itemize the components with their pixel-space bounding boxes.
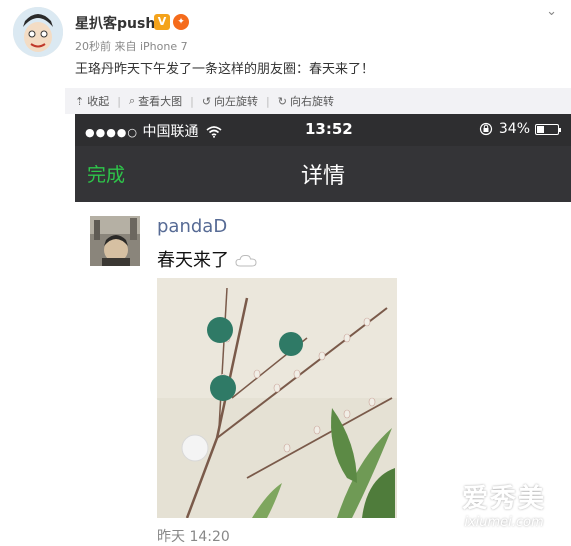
weibo-post: 星扒客push V ✦ 20秒前 来自 iPhone 7 王珞丹昨天下午发了一条… — [0, 0, 571, 90]
divider: | — [190, 94, 194, 108]
signal-icon: ●●●●○ — [85, 126, 138, 139]
wechat-nav-bar: 完成 详情 — [75, 146, 571, 202]
moment-photo[interactable] — [157, 278, 397, 518]
rotate-right-icon: ↻ — [277, 94, 287, 108]
moment-time: 昨天 14:20 — [157, 529, 230, 545]
user-name[interactable]: 星扒客push — [75, 13, 155, 33]
rotate-left-button[interactable]: ↺ 向左旋转 — [202, 93, 258, 109]
status-right: 34% — [479, 121, 561, 137]
battery-level — [537, 125, 544, 133]
moment-text: 春天来了 — [157, 246, 257, 272]
status-time: 13:52 — [305, 120, 353, 138]
cloud-emoji-icon — [235, 254, 257, 267]
divider: | — [266, 94, 270, 108]
avatar-image — [13, 7, 63, 57]
zoom-icon: ⌕ — [128, 94, 136, 107]
photo-branches-image — [157, 278, 397, 518]
moment-avatar[interactable] — [90, 216, 140, 266]
image-toolbar: ⇡ 收起 | ⌕ 查看大图 | ↺ 向左旋转 | ↻ 向右旋转 — [65, 88, 571, 114]
moment-avatar-image — [90, 216, 140, 266]
post-text: 王珞丹昨天下午发了一条这样的朋友圈：春天来了！ — [75, 62, 375, 77]
collapse-icon: ⇡ — [75, 94, 85, 108]
watermark-url: ixiumei.com — [464, 515, 544, 530]
post-meta: 20秒前 来自 iPhone 7 — [75, 40, 188, 53]
avatar[interactable] — [13, 7, 63, 57]
verified-badge: V — [154, 14, 170, 30]
status-bar: ●●●●○ 中国联通 13:52 34% — [75, 114, 571, 146]
carrier-info: ●●●●○ 中国联通 — [85, 121, 222, 141]
site-watermark: 爱秀美 ixiumei.com — [440, 478, 568, 530]
rotate-left-icon: ↺ — [201, 94, 212, 108]
collapse-button[interactable]: ⇡ 收起 — [75, 93, 109, 109]
battery-percent: 34% — [498, 121, 530, 137]
battery-icon — [535, 123, 561, 135]
rotate-right-button[interactable]: ↻ 向右旋转 — [278, 93, 334, 109]
lock-rotation-icon — [479, 122, 492, 136]
watermark-logo: 爱秀美 — [461, 484, 546, 514]
carrier-name: 中国联通 — [142, 124, 199, 140]
member-icon: ✦ — [173, 14, 189, 30]
page-title: 详情 — [300, 164, 345, 189]
more-caret-icon[interactable]: ⌄ — [546, 4, 557, 19]
view-large-button[interactable]: ⌕ 查看大图 — [129, 93, 182, 109]
divider: | — [117, 94, 121, 108]
moment-user-name[interactable]: pandaD — [157, 216, 227, 237]
wifi-icon — [206, 126, 222, 138]
moment-text-content: 春天来了 — [157, 250, 229, 271]
